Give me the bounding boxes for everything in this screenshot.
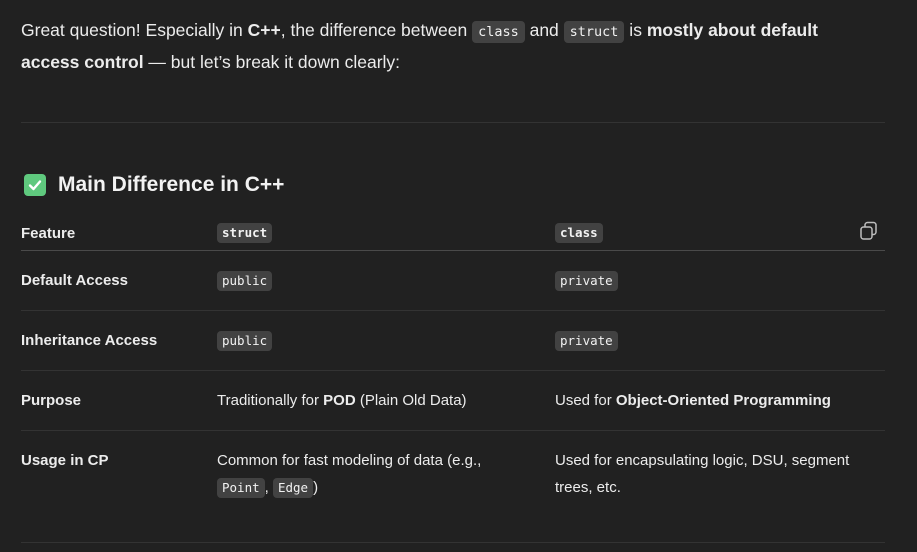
table-header-row: Feature struct class (21, 216, 885, 251)
struct-value-code: public (217, 271, 273, 291)
table-row: Purpose Traditionally for POD (Plain Old… (21, 371, 885, 431)
intro-text: — but let’s break it down clearly: (143, 52, 401, 72)
inline-code-struct: struct (563, 21, 625, 43)
intro-text: Great question! Especially in (21, 20, 248, 40)
row-class: private (555, 311, 885, 371)
row-class: private (555, 251, 885, 311)
comparison-table: Feature struct class Default Access publ… (21, 216, 885, 517)
divider (21, 122, 885, 123)
row-struct: Common for fast modeling of data (e.g., P… (217, 431, 555, 518)
row-feature: Inheritance Access (21, 332, 158, 349)
struct-sep: , (264, 479, 269, 496)
table-row: Inheritance Access public private (21, 311, 885, 371)
inline-code-class: class (472, 21, 525, 43)
struct-text: ) (313, 479, 319, 496)
struct-bold: POD (323, 392, 356, 409)
row-feature: Usage in CP (21, 452, 109, 469)
row-feature: Default Access (21, 272, 128, 289)
table-row: Usage in CP Common for fast modeling of … (21, 431, 885, 518)
section-heading: Main Difference in C++ (24, 173, 284, 197)
class-value-code: private (555, 331, 618, 351)
class-bold: Object-Oriented Programming (615, 392, 831, 409)
intro-text: , the difference between (280, 20, 473, 40)
check-mark-icon (24, 174, 46, 196)
row-struct: public (217, 311, 555, 371)
row-struct: Traditionally for POD (Plain Old Data) (217, 371, 555, 431)
header-feature: Feature (21, 224, 76, 242)
row-class: Used for Object-Oriented Programming (555, 371, 885, 431)
struct-code-point: Point (217, 478, 265, 498)
row-class: Used for encapsulating logic, DSU, segme… (555, 452, 850, 496)
intro-text: and (524, 20, 564, 40)
intro-text: is (624, 20, 647, 40)
header-struct-code: struct (217, 223, 273, 243)
struct-text: (Plain Old Data) (355, 392, 467, 409)
row-struct: public (217, 251, 555, 311)
struct-value-code: public (217, 331, 273, 351)
struct-text: Traditionally for (217, 392, 324, 409)
intro-paragraph: Great question! Especially in C++, the d… (21, 14, 881, 78)
table-row: Default Access public private (21, 251, 885, 311)
divider (21, 542, 885, 543)
header-class-code: class (555, 223, 603, 243)
header-struct: struct (217, 216, 555, 251)
struct-code-edge: Edge (272, 478, 314, 498)
struct-text: Common for fast modeling of data (e.g., (217, 452, 482, 469)
class-text: Used for (555, 392, 616, 409)
intro-bold-cpp: C++ (247, 20, 281, 40)
class-value-code: private (555, 271, 618, 291)
section-heading-text: Main Difference in C++ (58, 173, 285, 196)
header-class: class (555, 216, 885, 251)
row-feature: Purpose (21, 392, 82, 409)
